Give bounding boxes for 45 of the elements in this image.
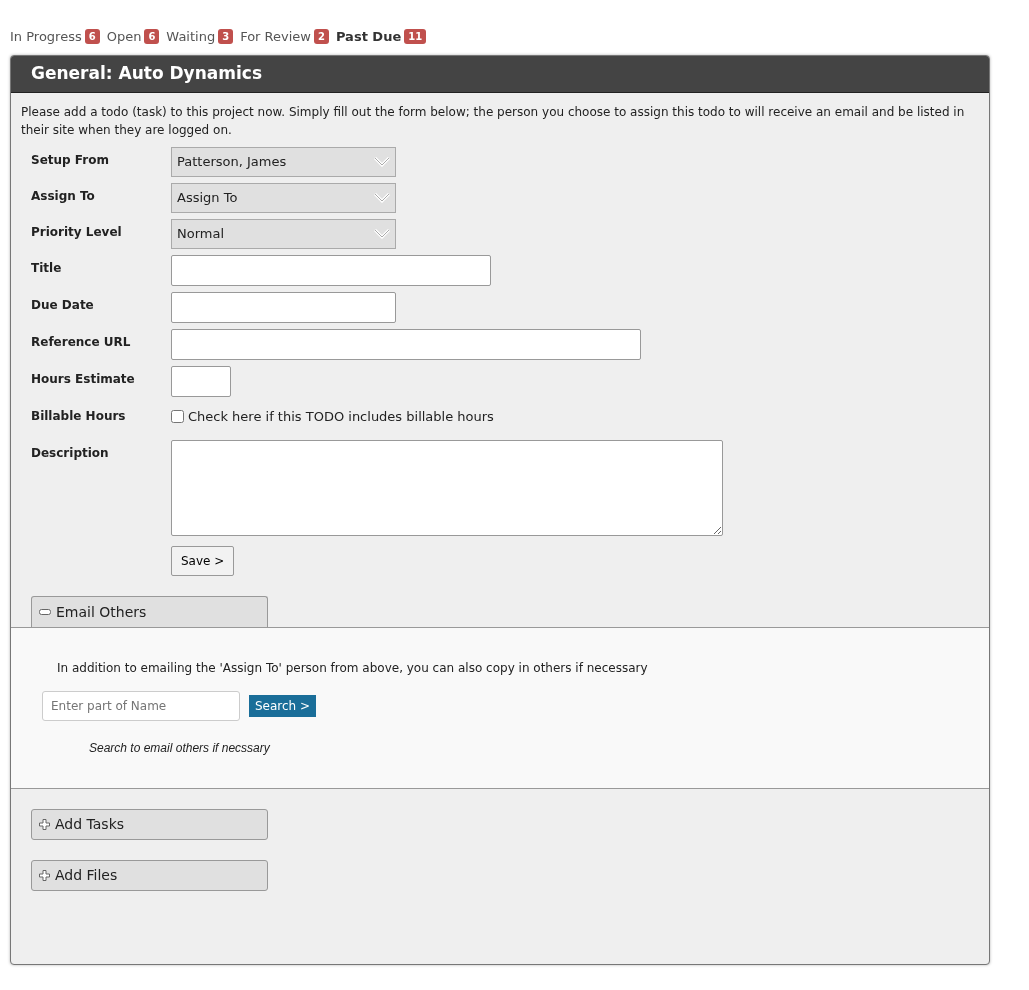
save-button[interactable]: Save >: [171, 546, 235, 576]
count-badge: 6: [144, 29, 160, 44]
dropdown[interactable]: Assign To: [171, 182, 396, 213]
status-tab[interactable]: In Progress: [10, 26, 82, 47]
field-label: Description: [31, 445, 110, 462]
checkbox[interactable]: [171, 409, 184, 423]
section-note: In addition to emailing the 'Assign To' person from above, you can also copy in others if necessary: [57, 660, 649, 677]
section-tab[interactable]: Add Files: [31, 860, 268, 891]
dropdown[interactable]: Patterson, James: [171, 146, 396, 177]
count-badge: 11: [404, 29, 427, 44]
count-badge: 2: [313, 29, 329, 44]
field-label: Reference URL: [31, 333, 132, 351]
search-button[interactable]: Search >: [249, 695, 317, 717]
field-label: Setup From: [31, 151, 110, 169]
checkbox-label: Check here if this TODO includes billable hours: [188, 407, 494, 426]
plus-icon: [39, 819, 50, 830]
text-field[interactable]: [171, 365, 231, 397]
status-tab[interactable]: Open: [106, 26, 142, 47]
field-label: Priority Level: [31, 223, 123, 241]
dropdown[interactable]: Normal: [171, 218, 396, 249]
chevron-icon: [374, 228, 390, 239]
count-badge: 3: [218, 29, 234, 44]
section-tab[interactable]: Email Others: [31, 596, 268, 627]
chevron-icon: [374, 156, 390, 167]
field-label: Billable Hours: [31, 407, 127, 425]
status-tab[interactable]: Past Due: [335, 26, 402, 47]
description-field[interactable]: [171, 440, 723, 536]
field-label: Assign To: [31, 187, 96, 205]
minus-icon: [39, 609, 51, 615]
intro-text: Please add a todo (task) to this project now. Simply fill out the form below; the person you choose to assign this todo to will receive an email and be listed in their site when they are logged on.: [20, 103, 966, 139]
status-tab[interactable]: For Review: [240, 26, 311, 47]
text-field[interactable]: [171, 328, 641, 360]
plus-icon: [39, 870, 50, 881]
text-field[interactable]: [171, 254, 491, 286]
field-label: Due Date: [31, 296, 95, 314]
hint-text: Search to email others if necssary: [89, 740, 271, 757]
section-tab[interactable]: Add Tasks: [31, 809, 268, 840]
status-tab[interactable]: Waiting: [166, 26, 216, 47]
chevron-icon: [374, 192, 390, 203]
field-label: Hours Estimate: [31, 370, 136, 388]
text-field[interactable]: [171, 291, 396, 323]
field-label: Title: [31, 259, 63, 277]
count-badge: 6: [84, 29, 100, 44]
panel-title: General: Auto Dynamics: [11, 56, 989, 93]
search-field[interactable]: Enter part of Name: [42, 691, 240, 721]
